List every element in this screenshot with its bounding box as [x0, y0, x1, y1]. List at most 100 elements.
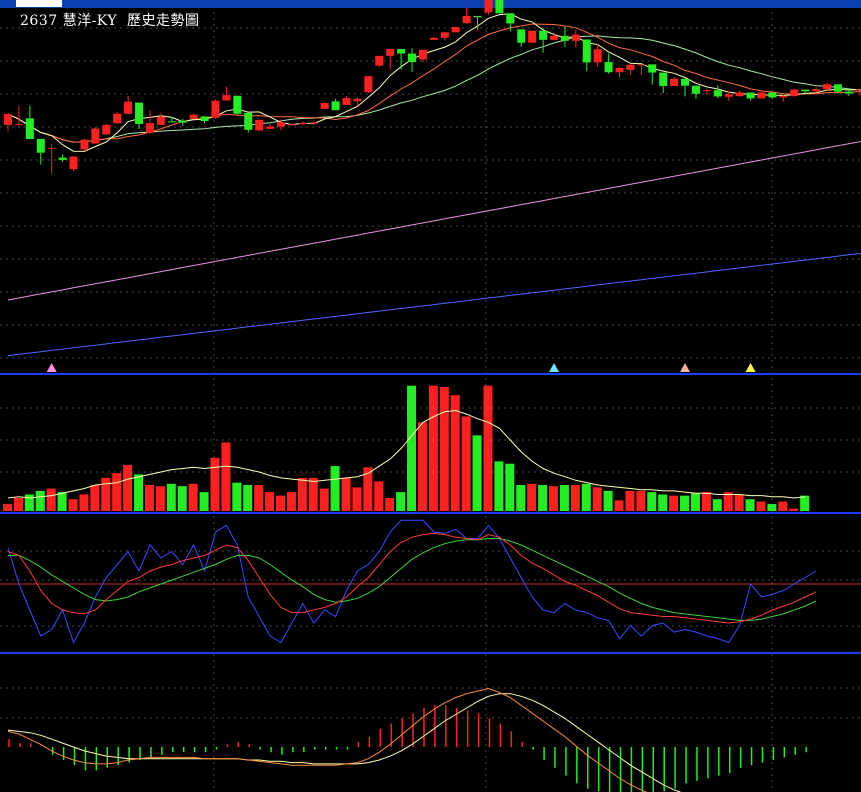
- volume-bar: [144, 485, 154, 511]
- volume-bar: [341, 477, 351, 511]
- candle-body: [823, 84, 831, 90]
- volume-bar: [636, 490, 646, 511]
- volume-bar: [319, 488, 329, 511]
- volume-bar: [199, 492, 209, 511]
- candle-body: [266, 126, 275, 129]
- ma-half-line: [7, 252, 861, 357]
- candle-body: [440, 32, 449, 38]
- volume-bar: [210, 457, 220, 511]
- candle-body: [145, 122, 154, 133]
- volume-bar: [789, 508, 799, 511]
- candle-body: [757, 92, 766, 99]
- volume-bar: [428, 385, 438, 511]
- candle-body: [506, 13, 515, 24]
- candle-body: [69, 156, 78, 170]
- volume-bar: [439, 386, 449, 511]
- volume-bar: [46, 488, 56, 511]
- candle-body: [659, 72, 668, 86]
- volume-bar: [483, 385, 493, 511]
- volume-bar: [297, 477, 307, 511]
- volume-bar: [188, 483, 198, 511]
- candle-body: [648, 64, 657, 73]
- signal-marker: [680, 363, 691, 372]
- volume-bar: [24, 494, 34, 511]
- candle-body: [517, 29, 526, 43]
- candle-body: [36, 138, 45, 153]
- candle-body: [626, 64, 635, 70]
- candle-body: [615, 67, 624, 73]
- candle-body: [25, 118, 34, 139]
- volume-bar: [505, 463, 515, 511]
- volume-bar: [472, 435, 482, 511]
- volume-bar: [221, 442, 231, 511]
- volume-bar: [800, 495, 810, 511]
- candle-body: [833, 84, 842, 92]
- candle-body: [746, 92, 755, 99]
- candle-body: [200, 116, 209, 121]
- candle-body: [80, 139, 89, 150]
- volume-bar: [286, 492, 296, 511]
- candle-body: [342, 98, 351, 105]
- volume-bar: [330, 466, 340, 511]
- volume-bar: [701, 492, 711, 511]
- candle-body: [681, 78, 690, 86]
- candle-body: [484, 0, 493, 13]
- volume-bar: [767, 503, 777, 511]
- candle-body: [364, 76, 373, 93]
- candle-body: [779, 96, 788, 98]
- candle-body: [855, 89, 861, 91]
- macd-dif-line: [7, 687, 647, 792]
- candle-body: [277, 122, 285, 127]
- volume-bar: [625, 490, 635, 511]
- candle-body: [539, 30, 548, 40]
- candle-body: [244, 112, 253, 130]
- volume-bar: [407, 385, 417, 511]
- candle-body: [812, 89, 821, 92]
- candle-body: [844, 91, 853, 94]
- volume-bar: [79, 494, 89, 511]
- volume-bar: [527, 483, 537, 511]
- candle-body: [637, 64, 646, 66]
- volume-bar: [57, 492, 67, 511]
- candle-body: [768, 92, 777, 98]
- volume-bar: [243, 485, 253, 511]
- volume-bar: [265, 492, 275, 511]
- volume-bar: [68, 499, 78, 511]
- candle-body: [156, 116, 165, 125]
- candle-body: [113, 113, 122, 124]
- candle-body: [462, 15, 471, 24]
- volume-bar: [134, 474, 144, 511]
- volume-bar: [166, 483, 176, 511]
- candle-body: [124, 101, 133, 114]
- volume-bar: [308, 477, 318, 511]
- volume-bar: [516, 485, 526, 511]
- volume-bar: [494, 461, 504, 511]
- volume-bar: [3, 503, 12, 511]
- candle-body: [560, 35, 569, 41]
- signal-marker: [46, 363, 57, 372]
- volume-bar: [123, 464, 133, 511]
- candle-body: [735, 92, 744, 97]
- macd-signal-line: [7, 693, 682, 792]
- ma-quarter-line: [7, 140, 861, 301]
- candles: [4, 0, 861, 174]
- candle-body: [287, 124, 296, 126]
- signal-markers: [46, 363, 756, 372]
- candle-body: [670, 78, 679, 86]
- volume-bar: [756, 501, 766, 511]
- candle-body: [528, 30, 537, 43]
- candle-body: [550, 35, 558, 40]
- candle-body: [102, 124, 111, 135]
- volume-bar: [680, 495, 690, 511]
- candle-body: [702, 90, 711, 92]
- macd-histogram: [8, 705, 807, 792]
- volume-bar: [592, 487, 602, 511]
- candle-body: [571, 34, 580, 41]
- candle-body: [189, 114, 198, 119]
- ma-short-line: [7, 13, 861, 152]
- candle-body: [408, 53, 417, 63]
- volume-bar: [658, 494, 668, 511]
- volume-bar: [570, 485, 580, 511]
- volume-bar: [35, 490, 45, 511]
- volume-bar: [647, 492, 657, 511]
